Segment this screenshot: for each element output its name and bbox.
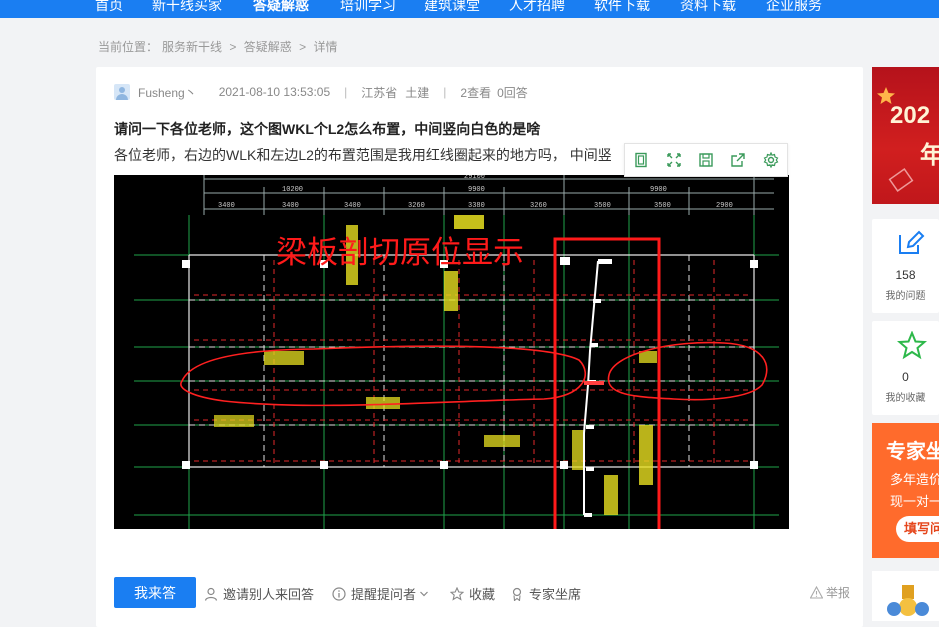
breadcrumb-prefix: 当前位置： <box>98 40 159 54</box>
author-name[interactable]: Fusheng丶 <box>138 84 197 101</box>
star-icon <box>450 586 464 601</box>
fit-screen-button[interactable] <box>630 149 652 171</box>
dim-sub-9: 2900 <box>716 202 733 210</box>
meta-divider: | <box>344 85 348 99</box>
dim-sub-3: 3400 <box>344 202 361 210</box>
breadcrumb-separator: > <box>229 40 237 54</box>
banner-char: 年 <box>920 141 939 169</box>
image-toolbar <box>624 143 788 177</box>
dim-top-1: 10200 <box>282 186 303 194</box>
top-nav: 首页 新干线买家 答疑解惑 培训学习 建筑课堂 人才招聘 软件下载 资料下载 企… <box>0 0 939 18</box>
dim-top-3: 9900 <box>650 186 667 194</box>
question-description: 各位老师，右边的WLK和左边L2的布置范围是我用红线圈起来的地方吗， 中间竖 <box>114 147 612 163</box>
promo-line-2: 现一对一 <box>890 494 939 509</box>
promo-line-1: 多年造价 <box>890 472 939 487</box>
dim-sub-2: 3400 <box>282 202 299 210</box>
dim-sub-7: 3500 <box>594 202 611 210</box>
question-actions: 我来答 邀请别人来回答 提醒提问者 收藏 专家坐席 举报 <box>114 576 850 608</box>
dim-sub-8: 3500 <box>654 202 671 210</box>
dim-sub-1: 3400 <box>218 202 235 210</box>
breadcrumb-item-qa[interactable]: 答疑解惑 <box>244 40 292 54</box>
my-questions-box[interactable]: 158 我的问题 <box>872 219 939 313</box>
region: 江苏省 <box>361 85 398 100</box>
breadcrumb-item-service[interactable]: 服务新干线 <box>162 40 222 54</box>
warning-icon <box>809 586 823 599</box>
dim-top-2: 9900 <box>468 186 485 194</box>
nav-item-classroom[interactable]: 建筑课堂 <box>424 0 480 15</box>
questions-count: 158 <box>895 268 916 282</box>
promo-title: 专家坐 <box>886 441 939 463</box>
answer-button[interactable]: 我来答 <box>114 577 196 608</box>
fullscreen-icon <box>666 153 681 167</box>
info-icon <box>332 586 346 601</box>
nav-item-home[interactable]: 首页 <box>95 0 123 15</box>
answer-count: 0回答 <box>497 85 528 100</box>
dim-sub-4: 3260 <box>408 202 425 210</box>
dim-total: 29100 <box>464 175 485 181</box>
meta-divider: | <box>443 85 447 99</box>
save-button[interactable] <box>695 149 717 171</box>
fit-screen-icon <box>635 152 647 168</box>
breadcrumb-item-detail: 详情 <box>313 40 338 54</box>
report-label: 举报 <box>825 586 850 600</box>
report-button[interactable]: 举报 <box>809 584 850 601</box>
dim-sub-6: 3260 <box>530 202 547 210</box>
favorite-label: 收藏 <box>469 587 496 602</box>
nav-item-enterprise[interactable]: 企业服务 <box>766 0 822 15</box>
category: 土建 <box>405 85 430 100</box>
expert-button[interactable]: 专家坐席 <box>510 584 581 603</box>
post-datetime: 2021-08-10 13:53:05 <box>218 85 331 99</box>
remind-label: 提醒提问者 <box>351 587 417 602</box>
user-icon <box>204 587 218 601</box>
remind-button[interactable]: 提醒提问者 <box>332 584 429 603</box>
share-button[interactable] <box>727 149 749 171</box>
chevron-down-icon <box>420 591 428 596</box>
invite-label: 邀请别人来回答 <box>223 587 315 602</box>
nav-item-qa[interactable]: 答疑解惑 <box>253 0 309 15</box>
nav-item-software[interactable]: 软件下载 <box>594 0 650 15</box>
fullscreen-button[interactable] <box>663 149 685 171</box>
nav-item-jobs[interactable]: 人才招聘 <box>509 0 565 15</box>
expert-promo-banner[interactable]: 专家坐 多年造价 现一对一 填写问 <box>872 423 939 558</box>
questions-label: 我的问题 <box>885 291 926 302</box>
question-image[interactable]: 29100 10200 9900 9900 3400 3400 3400 326… <box>114 175 789 529</box>
banner-year: 202 <box>890 102 930 129</box>
share-icon <box>731 153 746 167</box>
edit-icon <box>899 230 925 254</box>
star-icon <box>897 331 927 360</box>
banner-graphic: 202 年 <box>877 87 939 192</box>
my-favorites-box[interactable]: 0 我的收藏 <box>872 321 939 415</box>
nav-item-materials[interactable]: 资料下载 <box>680 0 736 15</box>
save-icon <box>699 153 713 167</box>
question-title: 请问一下各位老师，这个图WKL个L2怎么布置，中间竖向白色的是啥 <box>114 121 541 137</box>
breadcrumb-separator: > <box>299 40 307 54</box>
settings-button[interactable] <box>760 149 782 171</box>
nav-item-training[interactable]: 培训学习 <box>340 0 396 15</box>
breadcrumb: 当前位置： 服务新干线 > 答疑解惑 > 详情 <box>98 38 341 55</box>
avatar[interactable] <box>114 84 130 100</box>
expert-icon <box>512 587 522 601</box>
sidebar-bottom-card[interactable] <box>872 571 939 621</box>
promo-banner-2021[interactable]: 202 年 <box>872 67 939 204</box>
annotation-text: 梁板剖切原位显示 <box>276 235 524 271</box>
view-count: 2查看 <box>460 85 492 100</box>
expert-label: 专家坐席 <box>529 587 582 602</box>
cad-drawing: 29100 10200 9900 9900 3400 3400 3400 326… <box>114 175 789 529</box>
favorite-button[interactable]: 收藏 <box>450 584 495 603</box>
favorites-label: 我的收藏 <box>885 393 926 404</box>
promo-button[interactable]: 填写问 <box>896 516 939 542</box>
dim-sub-5: 3380 <box>468 202 485 210</box>
question-card: Fusheng丶 2021-08-10 13:53:05 | 江苏省 土建 | … <box>96 67 863 627</box>
invite-button[interactable]: 邀请别人来回答 <box>204 584 314 603</box>
settings-icon <box>763 152 779 168</box>
medal-icon <box>887 585 929 616</box>
question-meta: Fusheng丶 2021-08-10 13:53:05 | 江苏省 土建 | … <box>114 83 528 101</box>
nav-item-buyer[interactable]: 新干线买家 <box>152 0 222 15</box>
favorites-count: 0 <box>902 370 909 384</box>
